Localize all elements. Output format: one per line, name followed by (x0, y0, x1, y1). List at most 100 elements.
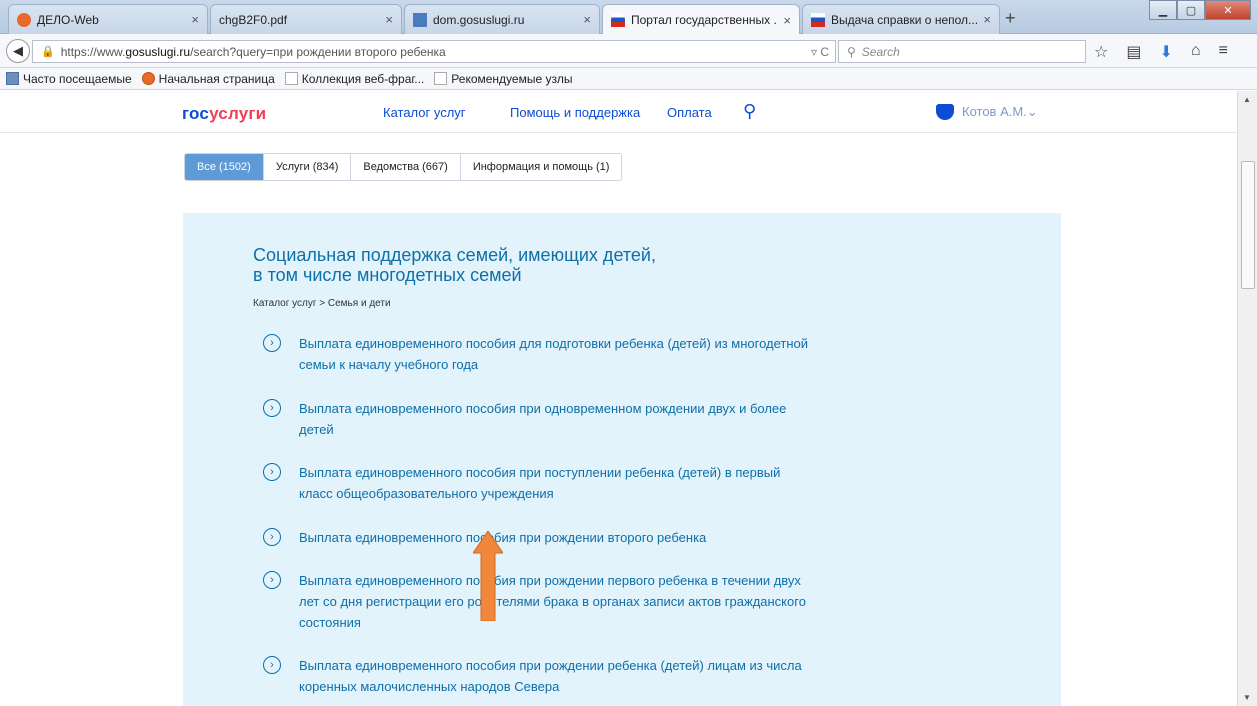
bookmark-label: Коллекция веб-фраг... (301, 71, 425, 86)
tab-label: Выдача справки о непол... (831, 12, 978, 27)
tab-dom-gosuslugi[interactable]: dom.gosuslugi.ru × (404, 4, 600, 34)
site-header: госуслуги Каталог услуг Помощь и поддерж… (0, 91, 1237, 133)
scroll-thumb[interactable] (1241, 161, 1255, 289)
reload-icon[interactable]: ▿ C (811, 45, 829, 59)
page-content: госуслуги Каталог услуг Помощь и поддерж… (0, 91, 1237, 706)
chevron-right-icon: › (263, 399, 281, 417)
search-input[interactable]: ⚲ Search (838, 40, 1086, 63)
nav-payment-link[interactable]: Оплата (667, 105, 712, 120)
service-link[interactable]: › Выплата единовременного пособия при ро… (263, 570, 823, 633)
logo-part2: услуги (209, 104, 267, 123)
panel-title-line: в том числе многодетных семей (253, 265, 522, 285)
close-icon[interactable]: × (583, 12, 591, 27)
minimize-button[interactable]: ▁ (1149, 0, 1177, 20)
chevron-right-icon: › (263, 571, 281, 589)
url-host: gosuslugi.ru (125, 44, 191, 59)
window-controls: ▁ ▢ ✕ (1149, 0, 1251, 20)
close-icon[interactable]: × (191, 12, 199, 27)
service-text: класс общеобразовательного учреждения (299, 486, 554, 501)
tab-label: ДЕЛО-Web (37, 12, 99, 27)
scroll-down-icon[interactable]: ▼ (1243, 693, 1251, 702)
navigation-bar: ◀ 🔒 https://www. gosuslugi.ru/search?quer… (0, 34, 1257, 68)
user-name: Котов А.М.⌄ (962, 104, 1038, 119)
url-path: /search?query=при рождении второго ребен… (190, 44, 446, 59)
tab-bar: ДЕЛО-Web × chgB2F0.pdf × dom.gosuslugi.r… (0, 0, 1257, 35)
service-text: Выплата единовременного пособия для подг… (299, 336, 809, 351)
filter-info[interactable]: Информация и помощь (1) (460, 154, 622, 180)
chevron-right-icon: › (263, 334, 281, 352)
bookmark-frequent[interactable]: Часто посещаемые (6, 72, 132, 86)
flag-icon (811, 12, 825, 27)
search-filters: Все (1502) Услуги (834) Ведомства (667) … (184, 153, 623, 181)
tab-label: Портал государственных ... (631, 13, 778, 27)
tab-delo[interactable]: ДЕЛО-Web × (8, 4, 208, 34)
bookmark-recommended[interactable]: Рекомендуемые узлы (434, 72, 572, 86)
bookmark-home[interactable]: Начальная страница (141, 71, 275, 86)
home-icon[interactable]: ⌂ (1191, 42, 1201, 62)
service-link[interactable]: › Выплата единовременного пособия при по… (263, 462, 823, 504)
tab-pdf[interactable]: chgB2F0.pdf × (210, 4, 402, 34)
service-text: детей (299, 422, 334, 437)
service-link[interactable]: › Выплата единовременного пособия для по… (263, 333, 823, 375)
annotation-arrow-icon (473, 531, 503, 621)
service-link[interactable]: › Выплата единовременного пособия при ро… (263, 655, 823, 697)
flag-icon (611, 13, 625, 27)
menu-icon[interactable]: ≡ (1219, 42, 1228, 62)
scrollbar[interactable]: ▲ ▼ (1237, 91, 1257, 706)
nav-help-link[interactable]: Помощь и поддержка (510, 105, 640, 120)
address-bar[interactable]: 🔒 https://www. gosuslugi.ru/search?query=… (32, 40, 836, 63)
tab-label: dom.gosuslugi.ru (433, 12, 525, 27)
chevron-right-icon: › (263, 528, 281, 546)
service-text: лет со дня регистрации его родителями бр… (299, 594, 806, 609)
service-link[interactable]: › Выплата единовременного пособия при од… (263, 398, 823, 440)
user-menu[interactable]: Котов А.М.⌄ (936, 104, 1038, 120)
service-text: Выплата единовременного пособия при одно… (299, 401, 787, 416)
firefox-icon (141, 72, 155, 85)
bookmark-star-icon[interactable]: ☆ (1094, 42, 1108, 62)
panel-title[interactable]: Социальная поддержка семей, имеющих дете… (253, 245, 733, 285)
maximize-button[interactable]: ▢ (1177, 0, 1205, 20)
bookmark-webslices[interactable]: Коллекция веб-фраг... (284, 71, 425, 86)
scroll-up-icon[interactable]: ▲ (1243, 95, 1251, 104)
bookmarks-bar: Часто посещаемые Начальная страница Колл… (0, 68, 1257, 90)
gosuslugi-logo[interactable]: госуслуги (182, 104, 266, 124)
chevron-right-icon: › (263, 656, 281, 674)
bookmark-icon (6, 72, 19, 85)
back-button[interactable]: ◀ (6, 39, 30, 63)
nav-catalog-link[interactable]: Каталог услуг (383, 105, 466, 120)
new-tab-button[interactable]: + (1005, 8, 1016, 29)
search-placeholder: Search (861, 44, 900, 59)
house-icon (413, 12, 427, 27)
bookmark-label: Рекомендуемые узлы (451, 71, 573, 86)
close-icon[interactable]: × (983, 12, 991, 27)
user-shield-icon (936, 104, 954, 120)
service-link[interactable]: › Выплата единовременного пособия при ро… (263, 527, 823, 548)
chevron-right-icon: › (263, 463, 281, 481)
close-icon[interactable]: × (385, 12, 393, 27)
service-text: Выплата единовременного пособия при рожд… (299, 658, 802, 673)
search-icon[interactable]: ⚲ (743, 101, 756, 122)
tab-spravka[interactable]: Выдача справки о непол... × (802, 4, 1000, 34)
delo-icon (17, 12, 31, 27)
service-text: Выплата единовременного пособия при пост… (299, 465, 781, 480)
tab-portal[interactable]: Портал государственных ... × (602, 4, 800, 35)
logo-part1: гос (182, 104, 210, 123)
filter-departments[interactable]: Ведомства (667) (351, 154, 461, 180)
close-icon[interactable]: × (783, 13, 791, 28)
page-icon (284, 72, 298, 85)
breadcrumb[interactable]: Каталог услуг > Семья и дети (253, 298, 391, 309)
service-text: состояния (299, 615, 361, 630)
bookmark-label: Часто посещаемые (23, 71, 132, 86)
filter-all[interactable]: Все (1502) (185, 154, 264, 180)
service-text: семьи к началу учебного года (299, 357, 479, 372)
result-panel: Социальная поддержка семей, имеющих дете… (183, 213, 1061, 706)
close-window-button[interactable]: ✕ (1205, 0, 1251, 20)
filter-services[interactable]: Услуги (834) (263, 154, 352, 180)
service-text: Выплата единовременного пособия при рожд… (299, 573, 801, 588)
reading-list-icon[interactable]: ▤ (1126, 42, 1141, 62)
bookmark-label: Начальная страница (158, 71, 275, 86)
search-icon: ⚲ (847, 44, 856, 59)
page-icon (434, 72, 448, 85)
download-icon[interactable]: ⬇ (1159, 42, 1172, 62)
url-prefix: https://www. (60, 44, 126, 59)
